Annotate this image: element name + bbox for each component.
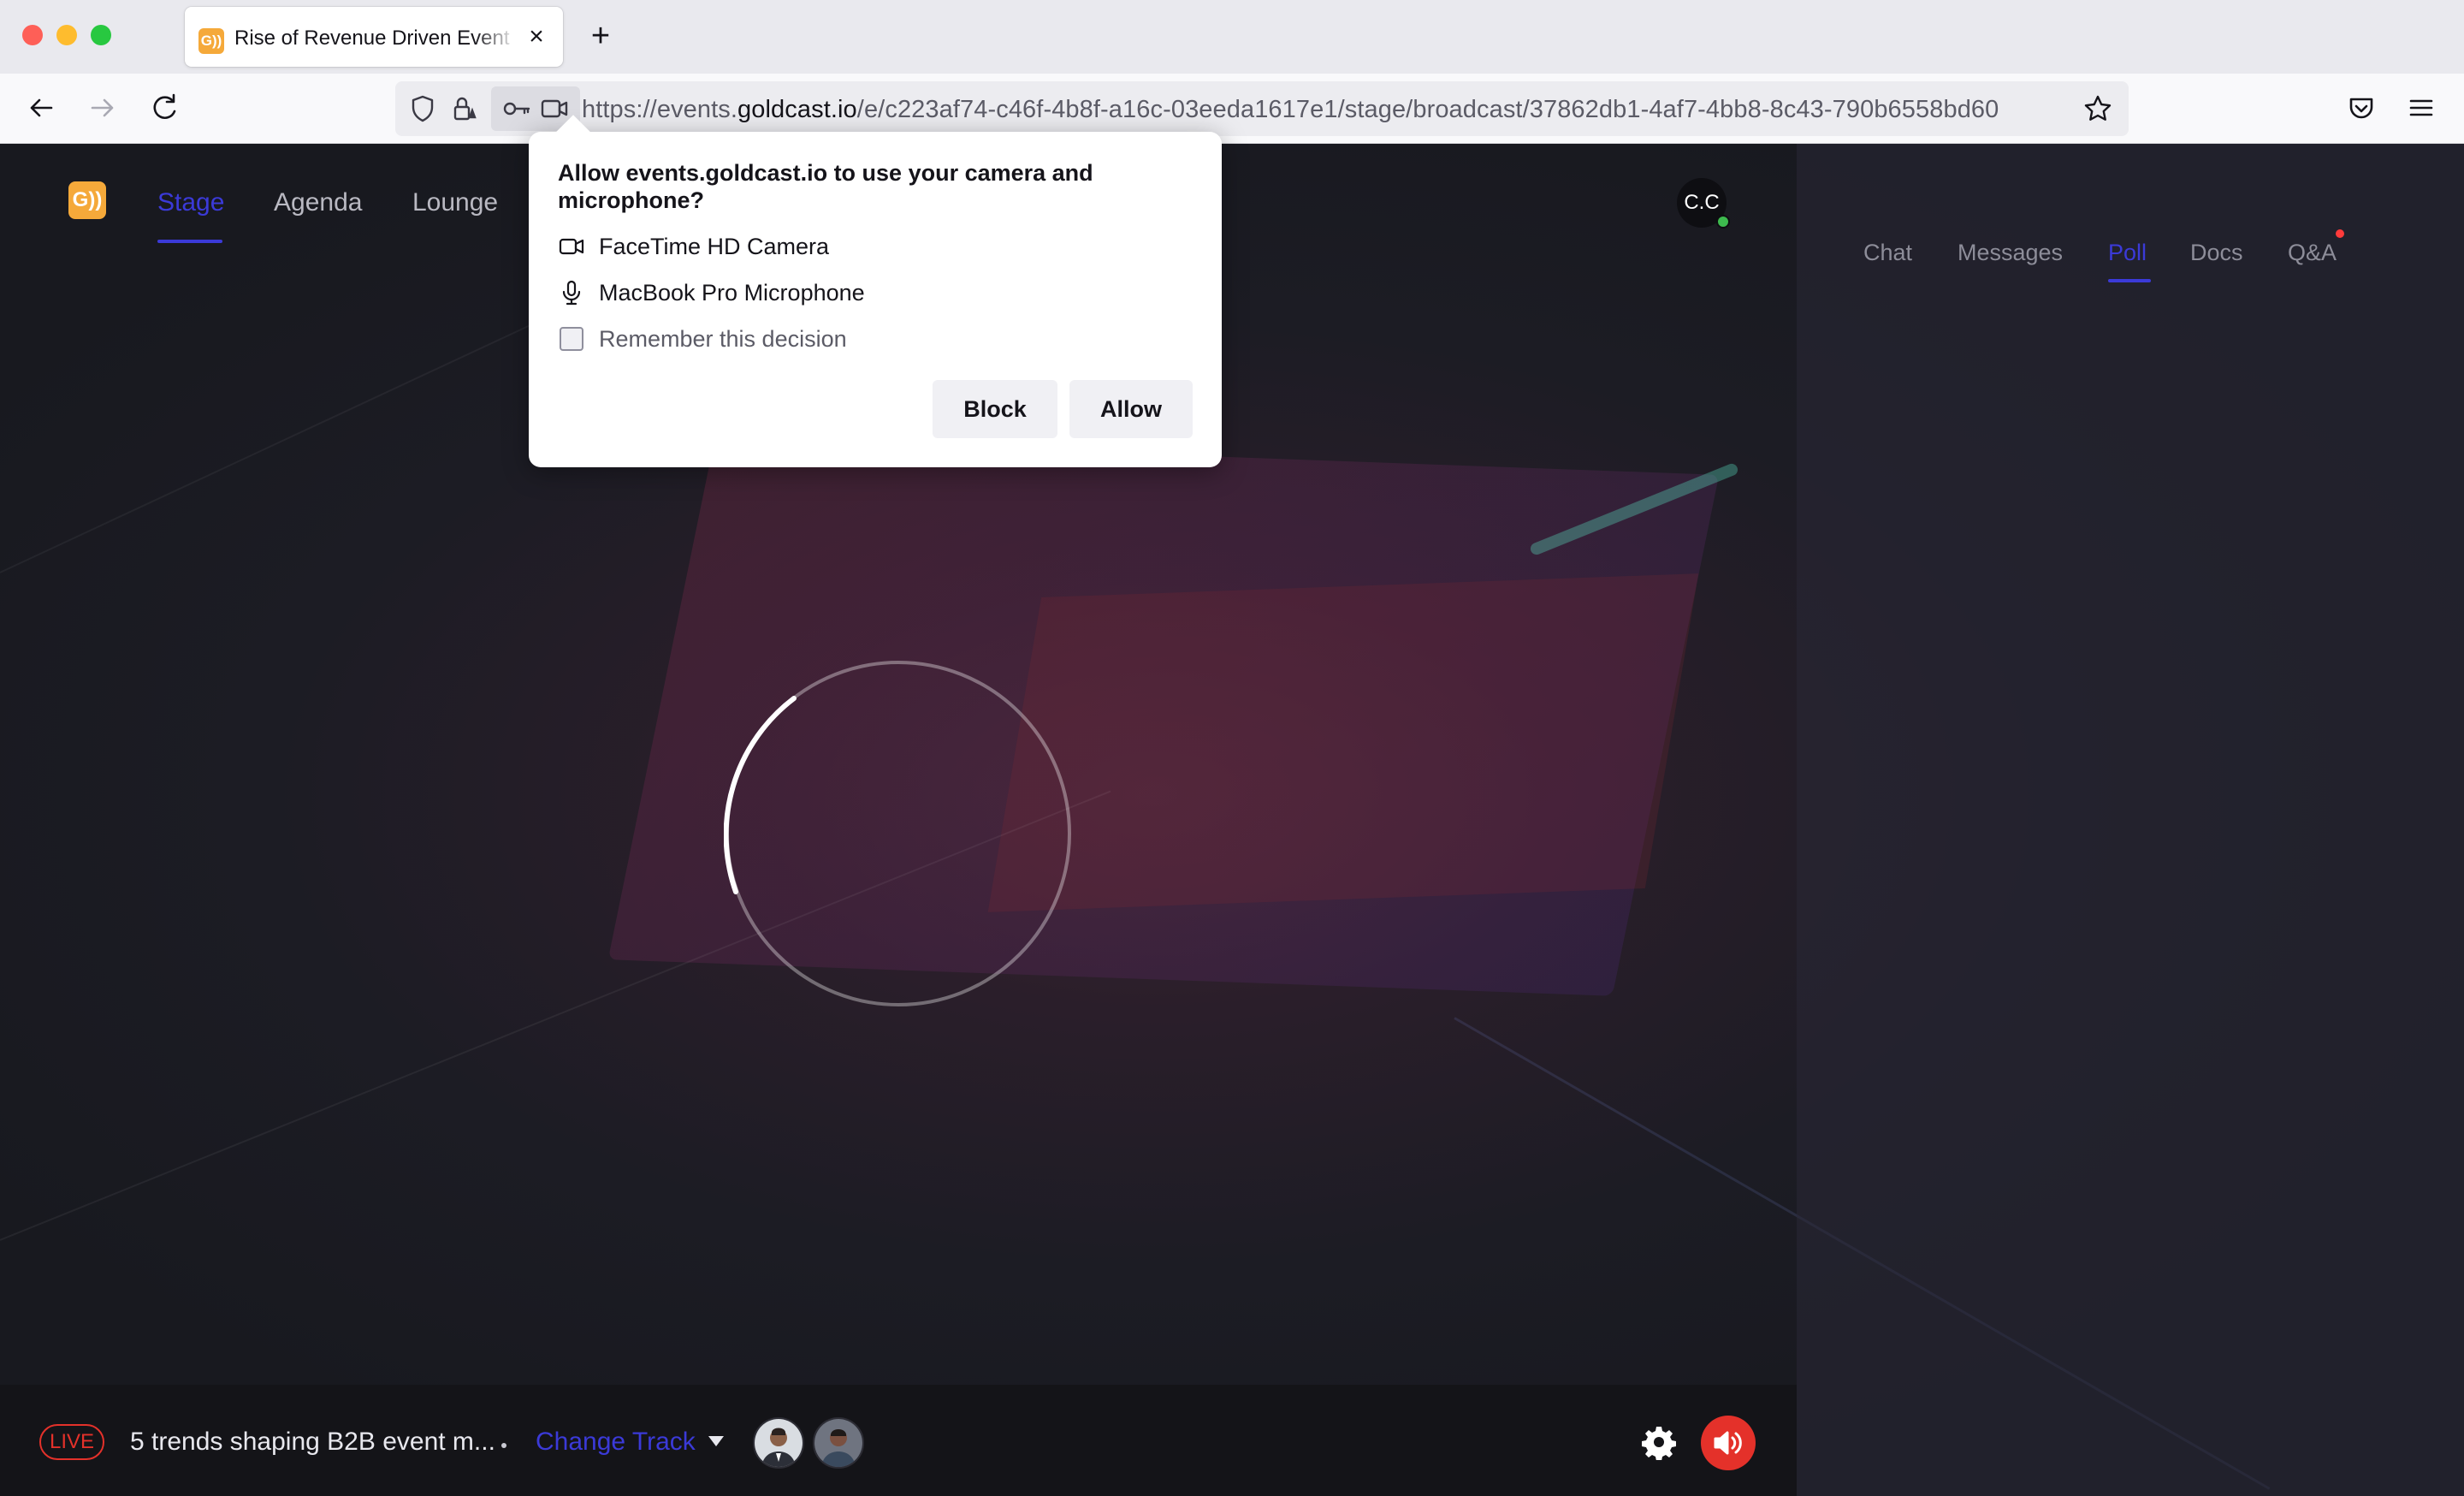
- separator-dot: [501, 1443, 506, 1448]
- microphone-label: MacBook Pro Microphone: [599, 280, 865, 306]
- shield-icon[interactable]: [407, 93, 438, 124]
- browser-tab[interactable]: G)) Rise of Revenue Driven Event marketi…: [185, 7, 563, 67]
- event-page: G)) Stage Agenda Lounge C.C Chat Message…: [0, 144, 2464, 1496]
- reload-icon[interactable]: [145, 89, 183, 127]
- nav-active-indicator: [157, 240, 222, 243]
- tab-messages[interactable]: Messages: [1958, 240, 2063, 266]
- lock-icon[interactable]: [448, 93, 479, 124]
- gear-icon[interactable]: [1641, 1424, 1677, 1461]
- speaker-avatar[interactable]: [753, 1417, 804, 1469]
- session-title: 5 trends shaping B2B event m...: [130, 1428, 495, 1456]
- tab-poll[interactable]: Poll: [2108, 240, 2147, 266]
- camera-icon: [558, 233, 585, 260]
- back-arrow-icon[interactable]: [22, 89, 60, 127]
- tab-chat[interactable]: Chat: [1863, 240, 1912, 266]
- nav-lounge[interactable]: Lounge: [412, 188, 498, 217]
- live-badge: LIVE: [39, 1424, 104, 1460]
- url-text[interactable]: https://events.goldcast.io/e/c223af74-c4…: [582, 96, 1999, 124]
- remember-decision-checkbox[interactable]: [560, 327, 583, 351]
- microphone-icon: [558, 279, 585, 306]
- goldcast-favicon-icon: G)): [198, 28, 224, 54]
- browser-tab-bar: G)) Rise of Revenue Driven Event marketi…: [0, 0, 2464, 74]
- camera-icon[interactable]: [539, 93, 570, 124]
- new-tab-icon[interactable]: +: [583, 19, 618, 53]
- window-minimize-button[interactable]: [56, 25, 77, 45]
- online-status-indicator: [1716, 215, 1730, 229]
- remember-decision-label[interactable]: Remember this decision: [599, 326, 847, 353]
- nav-stage[interactable]: Stage: [157, 188, 224, 217]
- key-icon[interactable]: [501, 93, 532, 124]
- forward-arrow-icon[interactable]: [84, 89, 121, 127]
- nav-agenda[interactable]: Agenda: [274, 188, 362, 217]
- pocket-icon[interactable]: [2343, 89, 2380, 127]
- camera-label: FaceTime HD Camera: [599, 234, 830, 259]
- background-graphic: [987, 573, 1699, 912]
- notification-dot: [2336, 229, 2344, 238]
- url-bar[interactable]: https://events.goldcast.io/e/c223af74-c4…: [395, 81, 2129, 136]
- tab-docs[interactable]: Docs: [2190, 240, 2243, 266]
- change-track-link[interactable]: Change Track: [536, 1428, 696, 1457]
- chevron-down-icon[interactable]: [708, 1436, 724, 1446]
- tab-qa[interactable]: Q&A: [2288, 240, 2337, 266]
- camera-mic-permission-dialog: Allow events.goldcast.io to use your cam…: [529, 115, 1222, 467]
- allow-button[interactable]: Allow: [1069, 380, 1193, 438]
- tab-title: Rise of Revenue Driven Event marketing: [234, 27, 517, 50]
- stage-bottom-bar: LIVE 5 trends shaping B2B event m... Cha…: [0, 1385, 1797, 1496]
- window-zoom-button[interactable]: [91, 25, 111, 45]
- loading-spinner: [724, 661, 1071, 1006]
- star-icon[interactable]: [2082, 93, 2113, 124]
- speaker-volume-icon[interactable]: [1701, 1416, 1756, 1470]
- side-panel: [1797, 144, 2464, 1496]
- window-close-button[interactable]: [22, 25, 43, 45]
- tab-close-icon[interactable]: ×: [522, 22, 551, 51]
- hamburger-menu-icon[interactable]: [2402, 89, 2440, 127]
- browser-nav-bar: https://events.goldcast.io/e/c223af74-c4…: [0, 74, 2464, 144]
- tab-active-indicator: [2108, 279, 2151, 282]
- goldcast-logo[interactable]: G)): [68, 181, 106, 219]
- block-button[interactable]: Block: [933, 380, 1057, 438]
- permission-title: Allow events.goldcast.io to use your cam…: [558, 160, 1093, 213]
- speaker-avatar[interactable]: [813, 1417, 864, 1469]
